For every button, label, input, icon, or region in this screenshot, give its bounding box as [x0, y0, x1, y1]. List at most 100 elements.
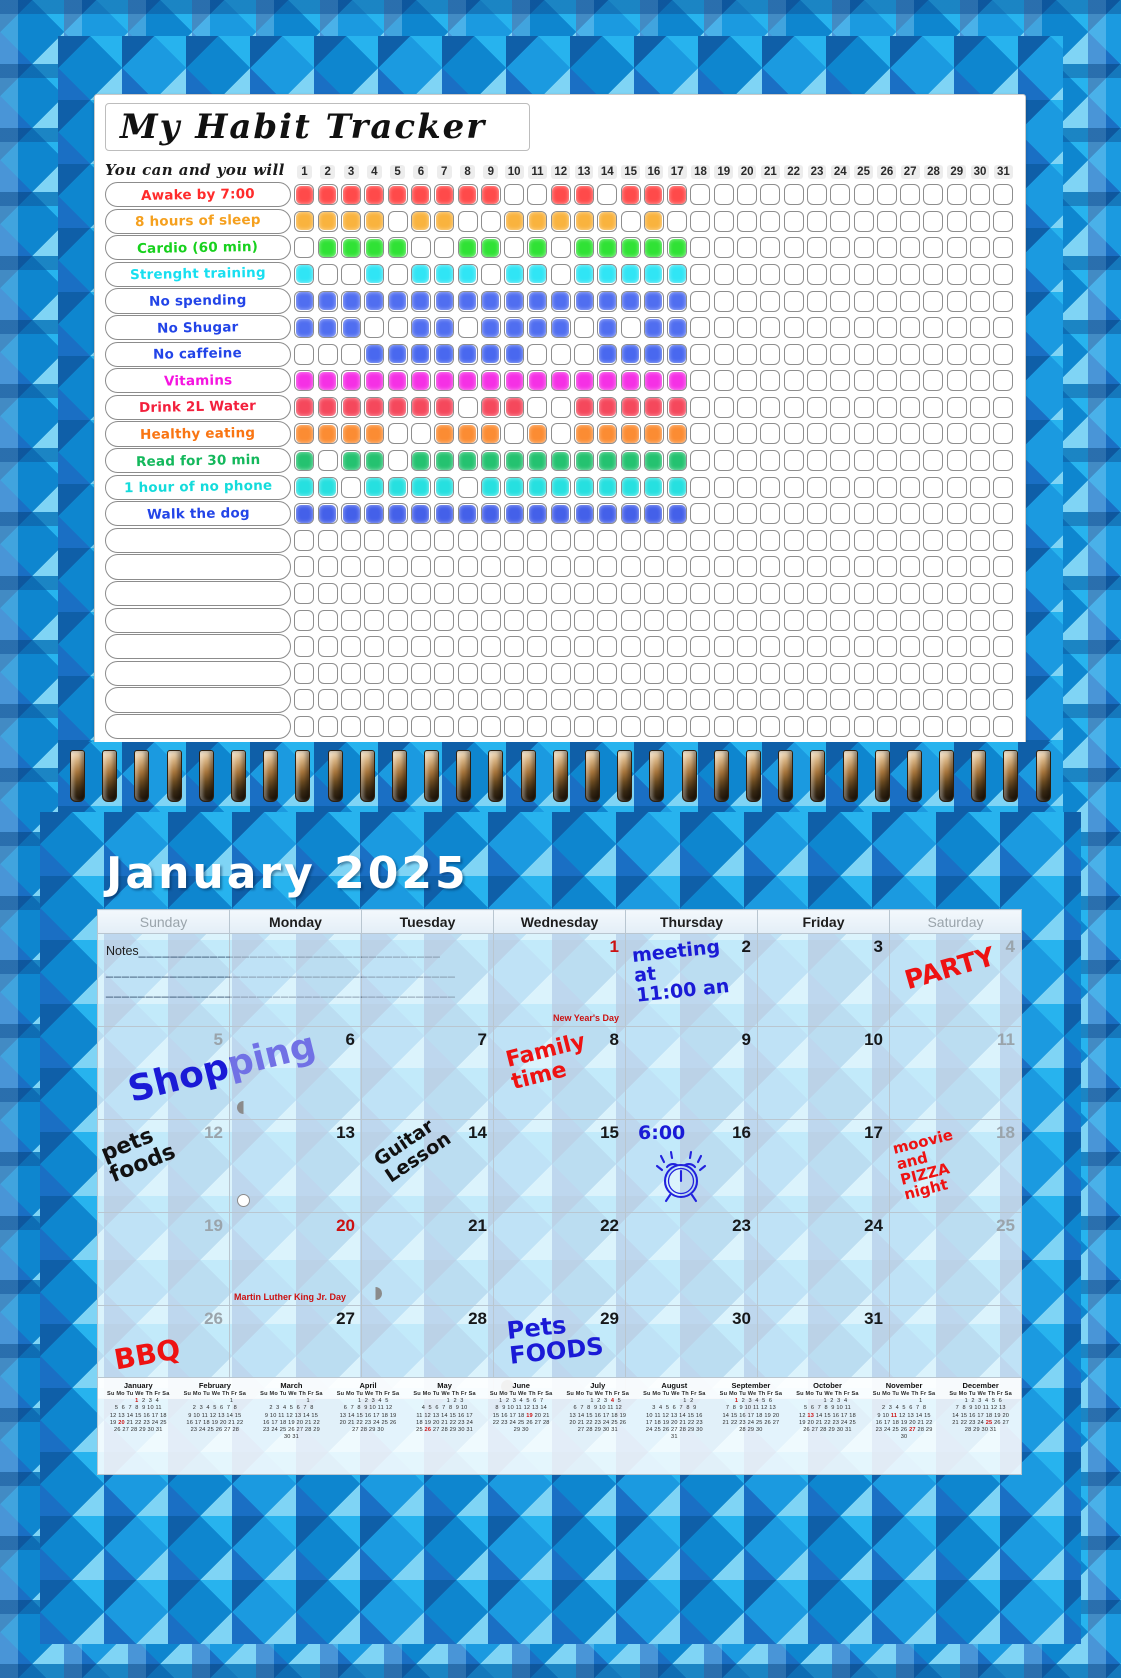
habit-cell[interactable] — [712, 342, 735, 367]
habit-cell[interactable] — [549, 235, 572, 260]
habit-label-field[interactable] — [105, 607, 291, 633]
habit-checkbox-empty[interactable] — [900, 583, 921, 605]
habit-cell[interactable] — [712, 315, 735, 340]
habit-cell[interactable] — [782, 395, 805, 420]
habit-cell[interactable] — [782, 714, 805, 739]
habit-cell[interactable] — [596, 661, 619, 686]
habit-cell[interactable] — [945, 395, 968, 420]
calendar-day-cell[interactable]: 13 — [229, 1119, 362, 1213]
habit-checkbox-empty[interactable] — [597, 636, 618, 658]
habit-cell[interactable] — [666, 581, 689, 606]
habit-cell[interactable] — [759, 235, 782, 260]
habit-checkbox-empty[interactable] — [574, 583, 594, 605]
habit-cell[interactable] — [572, 501, 595, 526]
habit-cell[interactable] — [316, 262, 339, 287]
habit-cell[interactable] — [735, 288, 758, 313]
habit-cell[interactable] — [339, 661, 362, 686]
habit-checkbox-empty[interactable] — [923, 662, 944, 684]
habit-cell[interactable] — [479, 288, 502, 313]
habit-cell[interactable] — [456, 714, 479, 739]
habit-checkbox-empty[interactable] — [946, 503, 967, 525]
habit-checkbox-filled[interactable] — [620, 370, 641, 392]
habit-checkbox-empty[interactable] — [667, 716, 688, 738]
habit-checkbox-empty[interactable] — [760, 529, 781, 551]
habit-cell[interactable] — [805, 687, 828, 712]
habit-checkbox-filled[interactable] — [341, 184, 362, 206]
habit-cell[interactable] — [689, 235, 712, 260]
habit-cell[interactable] — [805, 714, 828, 739]
habit-cell[interactable] — [642, 182, 665, 207]
habit-checkbox-empty[interactable] — [737, 343, 758, 365]
habit-cell[interactable] — [922, 448, 945, 473]
habit-cell[interactable] — [409, 368, 432, 393]
habit-cell[interactable] — [735, 554, 758, 579]
habit-cell[interactable] — [433, 528, 456, 553]
habit-cell[interactable] — [363, 608, 386, 633]
habit-checkbox-empty[interactable] — [853, 583, 874, 605]
habit-cell[interactable] — [549, 554, 572, 579]
habit-checkbox-filled[interactable] — [550, 476, 571, 498]
habit-checkbox-filled[interactable] — [597, 237, 618, 259]
habit-checkbox-empty[interactable] — [504, 184, 525, 206]
habit-cell[interactable] — [992, 262, 1015, 287]
habit-label-field[interactable]: Walk the dog — [105, 501, 291, 527]
habit-cell[interactable] — [456, 475, 479, 500]
calendar-day-cell[interactable]: 8 Family time — [493, 1026, 626, 1120]
habit-cell[interactable] — [992, 687, 1015, 712]
habit-cell[interactable] — [339, 368, 362, 393]
habit-cell[interactable] — [316, 661, 339, 686]
habit-cell[interactable] — [549, 368, 572, 393]
habit-cell[interactable] — [899, 475, 922, 500]
habit-checkbox-empty[interactable] — [806, 423, 827, 445]
habit-cell[interactable] — [992, 475, 1015, 500]
habit-cell[interactable] — [409, 661, 432, 686]
habit-cell[interactable] — [852, 262, 875, 287]
habit-checkbox-empty[interactable] — [597, 529, 618, 551]
habit-checkbox-empty[interactable] — [643, 689, 664, 711]
habit-cell[interactable] — [782, 554, 805, 579]
habit-cell[interactable] — [642, 634, 665, 659]
habit-cell[interactable] — [572, 661, 595, 686]
habit-checkbox-filled[interactable] — [341, 317, 362, 339]
habit-cell[interactable] — [875, 395, 898, 420]
habit-checkbox-empty[interactable] — [923, 636, 944, 658]
habit-label-field[interactable] — [105, 660, 291, 686]
habit-checkbox-empty[interactable] — [760, 556, 781, 578]
habit-checkbox-empty[interactable] — [387, 609, 408, 631]
habit-checkbox-filled[interactable] — [410, 450, 431, 472]
habit-cell[interactable] — [829, 342, 852, 367]
habit-checkbox-empty[interactable] — [783, 290, 804, 312]
habit-cell[interactable] — [712, 581, 735, 606]
habit-checkbox-empty[interactable] — [783, 529, 804, 551]
habit-cell[interactable] — [782, 448, 805, 473]
habit-checkbox-empty[interactable] — [504, 716, 525, 738]
habit-checkbox-empty[interactable] — [876, 343, 897, 365]
habit-checkbox-empty[interactable] — [760, 716, 781, 738]
habit-checkbox-empty[interactable] — [410, 556, 431, 578]
habit-cell[interactable] — [712, 209, 735, 234]
habit-checkbox-empty[interactable] — [713, 290, 734, 312]
habit-cell[interactable] — [549, 661, 572, 686]
habit-checkbox-empty[interactable] — [760, 263, 781, 285]
habit-cell[interactable] — [782, 528, 805, 553]
calendar-day-cell[interactable]: 7 — [361, 1026, 494, 1120]
habit-checkbox-empty[interactable] — [783, 716, 804, 738]
habit-checkbox-empty[interactable] — [574, 689, 594, 711]
habit-checkbox-empty[interactable] — [574, 636, 594, 658]
habit-checkbox-empty[interactable] — [760, 237, 781, 259]
habit-cell[interactable] — [526, 368, 549, 393]
habit-cell[interactable] — [339, 342, 362, 367]
habit-cell[interactable] — [666, 528, 689, 553]
habit-checkbox-empty[interactable] — [457, 556, 478, 578]
habit-cell[interactable] — [735, 395, 758, 420]
habit-checkbox-filled[interactable] — [434, 423, 455, 445]
habit-cell[interactable] — [852, 368, 875, 393]
habit-cell[interactable] — [922, 342, 945, 367]
habit-checkbox-filled[interactable] — [574, 210, 594, 232]
habit-checkbox-filled[interactable] — [620, 263, 641, 285]
habit-cell[interactable] — [479, 661, 502, 686]
habit-checkbox-filled[interactable] — [574, 476, 594, 498]
habit-cell[interactable] — [875, 342, 898, 367]
habit-cell[interactable] — [805, 262, 828, 287]
habit-cell[interactable] — [316, 395, 339, 420]
